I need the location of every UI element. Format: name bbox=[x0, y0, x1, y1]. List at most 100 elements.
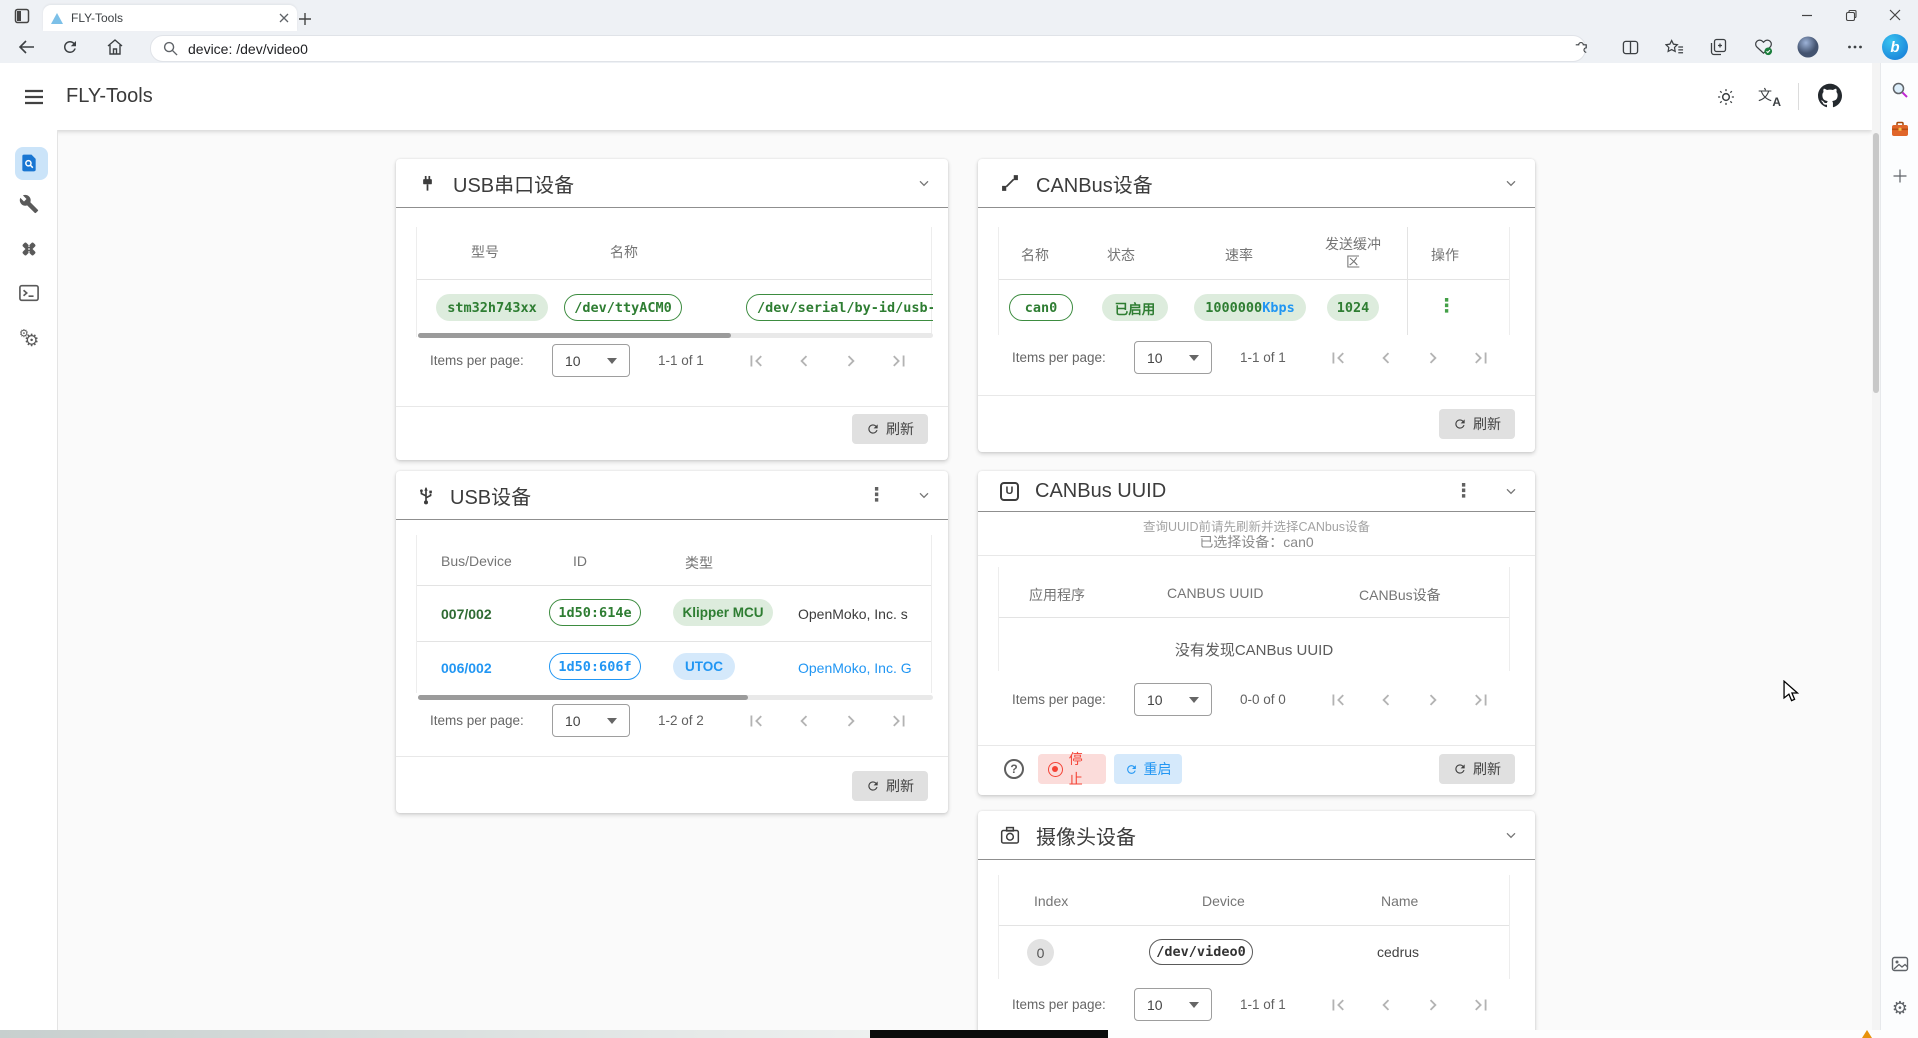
home-button[interactable] bbox=[103, 35, 127, 59]
next-page-icon[interactable] bbox=[840, 710, 862, 732]
scrollbar-thumb[interactable] bbox=[1873, 133, 1879, 393]
camera-collapse-icon[interactable] bbox=[1499, 823, 1523, 847]
page-size-select[interactable]: 10 bbox=[1134, 988, 1212, 1021]
sidebar-toolbox-icon[interactable] bbox=[1888, 117, 1912, 141]
page-size-value: 10 bbox=[565, 713, 581, 729]
usb-serial-refresh-button[interactable]: 刷新 bbox=[852, 414, 928, 444]
first-page-icon[interactable] bbox=[1327, 689, 1349, 711]
extensions-icon[interactable] bbox=[1569, 35, 1593, 59]
refresh-label: 刷新 bbox=[886, 776, 914, 796]
page-range: 1-1 of 1 bbox=[1240, 983, 1286, 1027]
serial-plug-icon bbox=[418, 174, 437, 193]
camera-device-chip[interactable]: /dev/video0 bbox=[1149, 939, 1253, 965]
next-page-icon[interactable] bbox=[1422, 994, 1444, 1016]
address-bar[interactable]: device: /dev/video0 bbox=[150, 35, 1586, 62]
nav-terminal-icon[interactable] bbox=[17, 281, 41, 305]
first-page-icon[interactable] bbox=[745, 350, 767, 372]
row-actions-menu-icon[interactable]: ⋮ bbox=[1437, 297, 1456, 316]
sidebar-screenshot-icon[interactable] bbox=[1888, 952, 1912, 976]
split-screen-icon[interactable] bbox=[1618, 35, 1642, 59]
page-size-select[interactable]: 10 bbox=[552, 344, 630, 377]
prev-page-icon[interactable] bbox=[1375, 994, 1397, 1016]
usb-collapse-icon[interactable] bbox=[912, 483, 936, 507]
id-chip-1[interactable]: 1d50:614e bbox=[549, 599, 641, 626]
thead-divider bbox=[999, 925, 1509, 926]
usb-card-menu-icon[interactable]: ⋮ bbox=[867, 486, 886, 505]
last-page-icon[interactable] bbox=[1470, 689, 1492, 711]
first-page-icon[interactable] bbox=[745, 710, 767, 732]
browser-tab[interactable]: FLY-Tools bbox=[43, 5, 297, 31]
last-page-icon[interactable] bbox=[888, 710, 910, 732]
uuid-collapse-icon[interactable] bbox=[1499, 479, 1523, 503]
canbus-refresh-button[interactable]: 刷新 bbox=[1439, 409, 1515, 439]
first-page-icon[interactable] bbox=[1327, 994, 1349, 1016]
first-page-icon[interactable] bbox=[1327, 347, 1349, 369]
uuid-hint-selected: 已选择设备：can0 bbox=[978, 532, 1535, 552]
github-icon[interactable] bbox=[1818, 83, 1842, 107]
vendor-1[interactable]: OpenMoko, Inc. s bbox=[798, 606, 908, 622]
h-scrollbar[interactable] bbox=[418, 333, 933, 338]
uuid-refresh-button[interactable]: 刷新 bbox=[1439, 754, 1515, 784]
copilot-bing-icon[interactable] bbox=[1882, 34, 1908, 60]
select-caret-icon bbox=[1189, 355, 1199, 361]
back-button[interactable] bbox=[15, 35, 39, 59]
sidebar-add-icon[interactable] bbox=[1888, 164, 1912, 188]
tty-chip[interactable]: /dev/ttyACM0 bbox=[564, 294, 682, 321]
window-close-button[interactable] bbox=[1883, 3, 1907, 27]
uuid-card-menu-icon[interactable]: ⋮ bbox=[1454, 482, 1473, 501]
can0-chip[interactable]: can0 bbox=[1009, 294, 1073, 321]
canbus-uuid-header: CANBus UUID bbox=[978, 471, 1535, 511]
tab-layout-icon[interactable] bbox=[10, 4, 34, 28]
help-icon[interactable] bbox=[1004, 759, 1024, 779]
page-size-select[interactable]: 10 bbox=[1134, 341, 1212, 374]
tab-close-icon[interactable] bbox=[279, 13, 289, 23]
canbus-collapse-icon[interactable] bbox=[1499, 171, 1523, 195]
nav-settings-gears-icon[interactable]: ⚙⚙ bbox=[17, 327, 41, 351]
nav-tools-wrench-icon[interactable] bbox=[17, 192, 41, 216]
usb-serial-collapse-icon[interactable] bbox=[912, 171, 936, 195]
sidebar-settings-gear-icon[interactable]: ⚙ bbox=[1888, 996, 1912, 1020]
page-size-select[interactable]: 10 bbox=[552, 704, 630, 737]
vendor-clip-2: OpenMoko, Inc. G bbox=[798, 660, 930, 680]
prev-page-icon[interactable] bbox=[1375, 347, 1397, 369]
id-chip-2[interactable]: 1d50:606f bbox=[549, 653, 641, 680]
app-bar: FLY-Tools bbox=[0, 63, 1872, 130]
last-page-icon[interactable] bbox=[1470, 347, 1492, 369]
refresh-page-button[interactable] bbox=[58, 35, 82, 59]
window-restore-button[interactable] bbox=[1839, 3, 1863, 27]
page-size-select[interactable]: 10 bbox=[1134, 683, 1212, 716]
last-page-icon[interactable] bbox=[888, 350, 910, 372]
settings-more-icon[interactable] bbox=[1843, 35, 1867, 59]
next-page-icon[interactable] bbox=[1422, 689, 1444, 711]
prev-page-icon[interactable] bbox=[793, 350, 815, 372]
theme-toggle-icon[interactable] bbox=[1714, 85, 1738, 109]
new-tab-button[interactable] bbox=[293, 7, 317, 31]
card-usb-serial: USB串口设备 型号 名称 stm32h743xx /dev/ttyACM0 /… bbox=[396, 159, 948, 460]
profile-avatar[interactable] bbox=[1796, 35, 1820, 59]
nav-device-scan-icon[interactable] bbox=[17, 151, 41, 175]
translate-icon[interactable] bbox=[1758, 85, 1782, 109]
window-minimize-button[interactable] bbox=[1795, 3, 1819, 27]
last-page-icon[interactable] bbox=[1470, 994, 1492, 1016]
usb-refresh-button[interactable]: 刷新 bbox=[852, 771, 928, 801]
prev-page-icon[interactable] bbox=[1375, 689, 1397, 711]
nav-healing-icon[interactable] bbox=[17, 237, 41, 261]
page-scrollbar[interactable] bbox=[1872, 63, 1880, 1030]
usb-serial-pager: Items per page: 10 1-1 of 1 bbox=[396, 339, 948, 383]
restart-button[interactable]: 重启 bbox=[1114, 754, 1182, 784]
collections-icon[interactable] bbox=[1706, 35, 1730, 59]
favorites-icon[interactable] bbox=[1662, 35, 1686, 59]
rate-unit: Kbps bbox=[1262, 300, 1295, 316]
prev-page-icon[interactable] bbox=[793, 710, 815, 732]
sidebar-search-icon[interactable] bbox=[1888, 78, 1912, 102]
menu-icon[interactable] bbox=[22, 85, 46, 109]
next-page-icon[interactable] bbox=[840, 350, 862, 372]
serial-path-chip[interactable]: /dev/serial/by-id/usb-Klipper_st bbox=[746, 294, 933, 321]
next-page-icon[interactable] bbox=[1422, 347, 1444, 369]
stop-button[interactable]: 停止 bbox=[1038, 754, 1106, 784]
vendor-2[interactable]: OpenMoko, Inc. G bbox=[798, 660, 912, 676]
browser-essentials-icon[interactable] bbox=[1751, 35, 1775, 59]
tab-title: FLY-Tools bbox=[71, 11, 279, 25]
h-scrollbar-thumb[interactable] bbox=[418, 333, 731, 338]
header-divider bbox=[396, 519, 948, 520]
